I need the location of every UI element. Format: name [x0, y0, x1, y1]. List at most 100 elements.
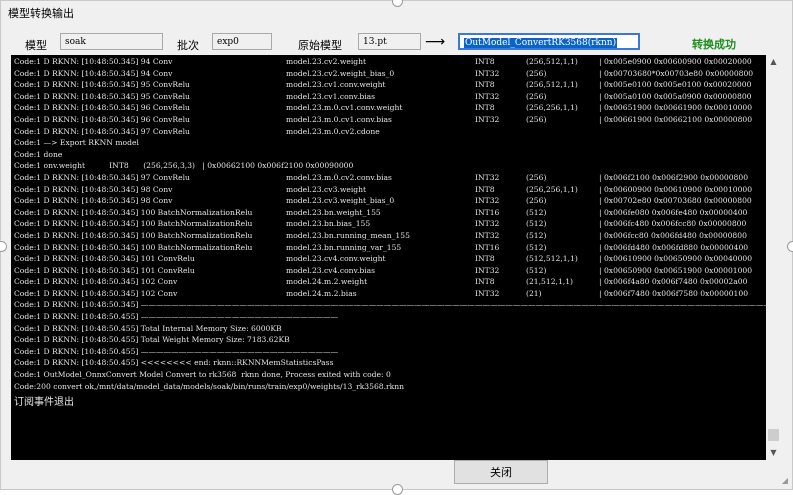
log-cell: INT16 — [475, 207, 500, 217]
log-cell: INT32 — [475, 68, 500, 78]
log-cell: Code:1 D RKNN: [10:48:50.455] ——————————… — [14, 312, 339, 322]
log-cell: Code:1 D RKNN: [10:48:50.345] 98 Conv — [14, 184, 173, 194]
log-cell: INT32 — [475, 265, 500, 275]
batch-label: 批次 — [177, 39, 199, 52]
log-cell: INT8 — [475, 277, 495, 287]
source-model-field[interactable]: 13.pt — [358, 33, 421, 50]
log-cell: | 0x006fe080 0x006fe480 0x00000400 — [599, 207, 748, 217]
log-line: Code:1 D RKNN: [10:48:50.345] 95 ConvRel… — [14, 92, 764, 104]
status-text: 转换成功 — [692, 38, 736, 51]
log-cell: (256,512,1,1) — [526, 57, 578, 66]
log-cell: | 0x00702e80 0x00703680 0x00000800 — [599, 196, 752, 206]
log-cell: INT32 — [475, 91, 500, 101]
scroll-up-icon[interactable]: ▲ — [766, 55, 781, 69]
log-cell: model.23.m.0.cv1.conv.bias — [286, 114, 392, 124]
log-footer: 订阅事件退出 — [14, 397, 74, 409]
close-button[interactable]: 关闭 — [454, 460, 548, 484]
log-cell: (512) — [526, 230, 547, 240]
resize-handle-left[interactable] — [0, 241, 7, 252]
log-line: Code:1 D RKNN: [10:48:50.345] 94 Conv mod… — [14, 57, 764, 69]
log-cell: model.23.bn.bias_155 — [286, 219, 371, 229]
log-line: Code:200 convert ok,/mnt/data/model_data… — [14, 382, 764, 394]
log-cell: INT32 — [475, 230, 500, 240]
log-line: Code:1 done — [14, 150, 764, 162]
log-line: Code:1 D RKNN: [10:48:50.455] Total Weig… — [14, 335, 764, 347]
log-cell: (21) — [526, 288, 542, 298]
log-cell: Code:1 done — [14, 149, 63, 159]
log-cell: INT32 — [475, 219, 500, 229]
log-line: Code:1 D RKNN: [10:48:50.345] 100 BatchN… — [14, 208, 764, 220]
log-line: Code:1 D RKNN: [10:48:50.455] <<<<<<<< e… — [14, 358, 764, 370]
log-console[interactable]: Code:1 D RKNN: [10:48:50.345] 94 Conv mod… — [11, 55, 781, 460]
log-cell: Code:1 D RKNN: [10:48:50.345] 101 ConvRe… — [14, 265, 195, 275]
log-line: Code:1 D RKNN: [10:48:50.345] 95 ConvRel… — [14, 80, 764, 92]
log-line: Code:1 D RKNN: [10:48:50.455] Total Inte… — [14, 324, 764, 336]
log-line: Code:1 D RKNN: [10:48:50.345] 101 ConvRe… — [14, 266, 764, 278]
log-line: Code:1 D RKNN: [10:48:50.345] 98 Conv mod… — [14, 185, 764, 197]
log-cell: Code:1 D RKNN: [10:48:50.345] 102 Conv — [14, 277, 178, 287]
log-line: Code:1 D RKNN: [10:48:50.345] 100 BatchN… — [14, 219, 764, 231]
log-cell: INT8 — [475, 254, 495, 264]
log-cell: Code:1 D RKNN: [10:48:50.455] <<<<<<<< e… — [14, 358, 334, 368]
scroll-down-icon[interactable]: ▼ — [766, 446, 781, 460]
log-cell: | 0x006f4a80 0x006f7480 0x00002a00 — [599, 277, 748, 287]
scrollbar-thumb[interactable] — [768, 429, 779, 441]
vertical-scrollbar[interactable]: ▲ ▼ — [766, 55, 781, 460]
log-cell: Code:1 onv.weight INT8 (256,256,3,3) | 0… — [14, 161, 354, 171]
log-line: Code:1 D RKNN: [10:48:50.345] 100 BatchN… — [14, 243, 764, 255]
log-cell: (256) — [526, 114, 547, 124]
log-cell: INT8 — [475, 57, 495, 66]
log-cell: Code:1 D RKNN: [10:48:50.345] 101 ConvRe… — [14, 254, 195, 264]
log-cell: INT32 — [475, 114, 500, 124]
log-line: Code:1 onv.weight INT8 (256,256,3,3) | 0… — [14, 161, 764, 173]
log-cell: Code:1 D RKNN: [10:48:50.455] Total Weig… — [14, 335, 290, 345]
log-cell: Code:1 D RKNN: [10:48:50.455] Total Inte… — [14, 323, 282, 333]
converter-window: 模型转换输出 模型 soak 批次 exp0 原始模型 13.pt ⟶ OutM… — [0, 0, 793, 495]
log-cell: | 0x00651900 0x00661900 0x00010000 — [599, 103, 753, 113]
log-cell: INT32 — [475, 172, 500, 182]
resize-handle-top[interactable] — [392, 0, 403, 7]
output-model-field[interactable]: OutModel_ConvertRK3568(rknn) — [458, 33, 640, 50]
log-cell: Code:1 D RKNN: [10:48:50.345] 96 ConvRel… — [14, 103, 190, 113]
output-model-text: OutModel_ConvertRK3568(rknn) — [464, 38, 618, 48]
log-line: Code:1 D RKNN: [10:48:50.345] 97 ConvRel… — [14, 127, 764, 139]
log-line: Code:1 —> Export RKNN model — [14, 138, 764, 150]
log-cell: model.23.bn.running_mean_155 — [286, 230, 410, 240]
log-line: Code:1 D RKNN: [10:48:50.345] 97 ConvRel… — [14, 173, 764, 185]
log-cell: Code:1 D RKNN: [10:48:50.345] ——————————… — [14, 300, 781, 310]
log-line: Code:1 D RKNN: [10:48:50.345] 96 ConvRel… — [14, 103, 764, 115]
log-line: Code:1 D RKNN: [10:48:50.345] 98 Conv mod… — [14, 196, 764, 208]
log-cell: (512) — [526, 242, 547, 252]
log-cell: | 0x00661900 0x00662100 0x00000800 — [599, 114, 753, 124]
log-cell: INT8 — [475, 80, 495, 90]
log-line: Code:1 D RKNN: [10:48:50.455] ——————————… — [14, 347, 764, 359]
log-line: Code:1 D RKNN: [10:48:50.345] 101 ConvRe… — [14, 254, 764, 266]
log-cell: Code:1 D RKNN: [10:48:50.455] ——————————… — [14, 346, 339, 356]
resize-handle-right[interactable] — [787, 241, 793, 252]
log-cell: model.23.cv3.weight — [286, 184, 367, 194]
log-cell: (256,256,1,1) — [526, 184, 578, 194]
log-cell: | 0x005a0100 0x005a0900 0x00000800 — [599, 91, 752, 101]
log-cell: model.23.cv1.conv.weight — [286, 80, 386, 90]
log-cell: Code:1 D RKNN: [10:48:50.345] 100 BatchN… — [14, 230, 253, 240]
log-cell: (512) — [526, 219, 547, 229]
resize-grip-icon[interactable]: ◢ — [782, 476, 788, 485]
log-cell: (256) — [526, 172, 547, 182]
log-cell: (512) — [526, 265, 547, 275]
log-cell: INT32 — [475, 288, 500, 298]
batch-field[interactable]: exp0 — [212, 33, 272, 50]
log-cell: | 0x006f7480 0x006f7580 0x00000100 — [599, 288, 749, 298]
log-cell: Code:1 D RKNN: [10:48:50.345] 98 Conv — [14, 196, 173, 206]
log-cell: model.23.cv4.conv.bias — [286, 265, 376, 275]
log-cell: model.24.m.2.bias — [286, 288, 357, 298]
model-field[interactable]: soak — [60, 33, 163, 50]
log-cell: Code:1 D RKNN: [10:48:50.345] 102 Conv — [14, 288, 178, 298]
log-cell: INT8 — [475, 103, 495, 113]
log-cell: | 0x006fd480 0x006fd880 0x00000400 — [599, 242, 749, 252]
log-cell: model.23.bn.running_var_155 — [286, 242, 402, 252]
log-cell: | 0x00610900 0x00650900 0x00040000 — [599, 254, 753, 264]
log-cell: (21,512,1,1) — [526, 277, 573, 287]
log-cell: Code:1 —> Export RKNN model — [14, 138, 139, 148]
log-line: Code:1 OutModel_OnnxConvert Model Conver… — [14, 370, 764, 382]
log-cell: model.23.m.0.cv2.cdone — [286, 126, 380, 136]
